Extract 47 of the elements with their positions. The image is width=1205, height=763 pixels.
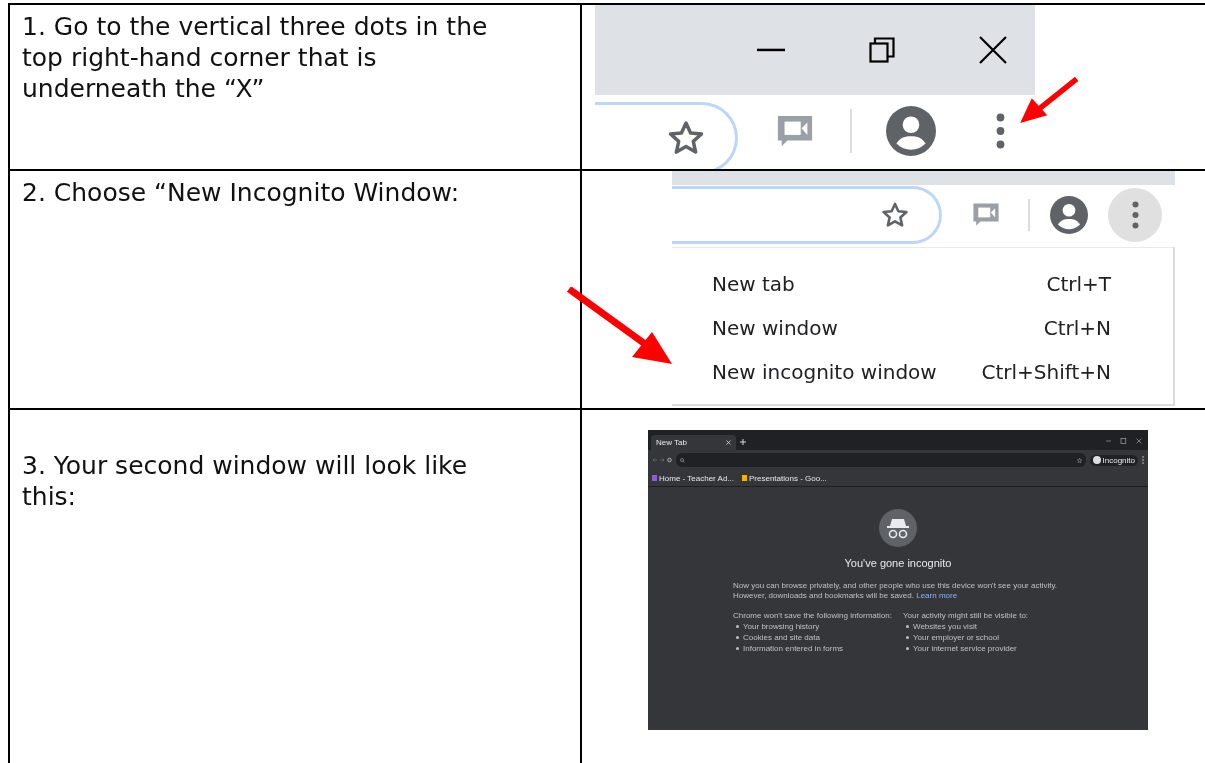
intro-text: Now you can browse privately, and other people who use this device won't see your activity. However, downloads and bookmarks will be saved. Learn more <box>733 581 1059 601</box>
incognito-avatar-icon <box>1092 456 1101 464</box>
list-heading: Chrome won't save the following information: <box>733 611 893 620</box>
learn-more-link[interactable]: Learn more <box>916 591 958 600</box>
list-item: Your internet service provider <box>913 644 1017 653</box>
list-item: Your employer or school <box>913 633 999 642</box>
window-controls-icon[interactable] <box>1106 438 1142 444</box>
list-heading: Your activity might still be visible to: <box>903 611 1030 620</box>
video-chat-icon[interactable] <box>972 202 1000 228</box>
bullet-icon <box>736 625 739 628</box>
instruction-text: 3. Your second window will look like this: <box>22 450 469 512</box>
instruction-text: 1. Go to the vertical three dots in the top right-hand corner that is underneath the “X” <box>22 11 489 104</box>
page-heading: You've gone incognito <box>844 557 952 569</box>
incognito-icon <box>879 509 917 547</box>
star-icon[interactable] <box>667 119 705 157</box>
instruction-text: 2. Choose “New Incognito Window: <box>22 177 461 208</box>
minimize-icon[interactable] <box>757 48 785 52</box>
star-icon[interactable] <box>881 201 909 229</box>
menu-item[interactable]: New incognito window Ctrl+Shift+N <box>672 350 1173 394</box>
search-icon <box>680 457 685 463</box>
menu-dots-icon[interactable] <box>1131 201 1139 229</box>
bookmark-link[interactable]: Presentations - Goo... <box>749 473 827 483</box>
bullet-icon <box>906 625 909 628</box>
bullet-icon <box>736 647 739 650</box>
bullet-icon <box>906 647 909 650</box>
star-icon[interactable] <box>1076 457 1082 463</box>
menu-item[interactable]: New window Ctrl+N <box>672 306 1173 350</box>
bullet-icon <box>906 636 909 639</box>
menu-dots-icon[interactable] <box>996 113 1005 149</box>
plus-icon[interactable] <box>740 439 746 445</box>
close-icon[interactable] <box>979 36 1007 64</box>
menu-button[interactable] <box>1108 188 1162 242</box>
bookmark-icon <box>652 475 657 481</box>
restore-icon[interactable] <box>869 37 895 63</box>
browser-tab[interactable]: New Tab <box>651 435 736 450</box>
profile-button[interactable]: Incognito <box>1089 454 1138 466</box>
navigation-icon[interactable] <box>652 457 672 463</box>
bookmark-icon <box>742 475 747 481</box>
bullet-icon <box>736 636 739 639</box>
list-item: Websites you visit <box>913 622 977 631</box>
avatar-icon[interactable] <box>1050 196 1088 234</box>
list-item: Cookies and site data <box>743 633 820 642</box>
bookmark-link[interactable]: Home - Teacher Ad... <box>659 473 734 483</box>
menu-item[interactable]: New tab Ctrl+T <box>672 262 1173 306</box>
list-item: Your browsing history <box>743 622 820 631</box>
avatar-icon[interactable] <box>886 106 936 156</box>
list-item: Information entered in forms <box>743 644 844 653</box>
